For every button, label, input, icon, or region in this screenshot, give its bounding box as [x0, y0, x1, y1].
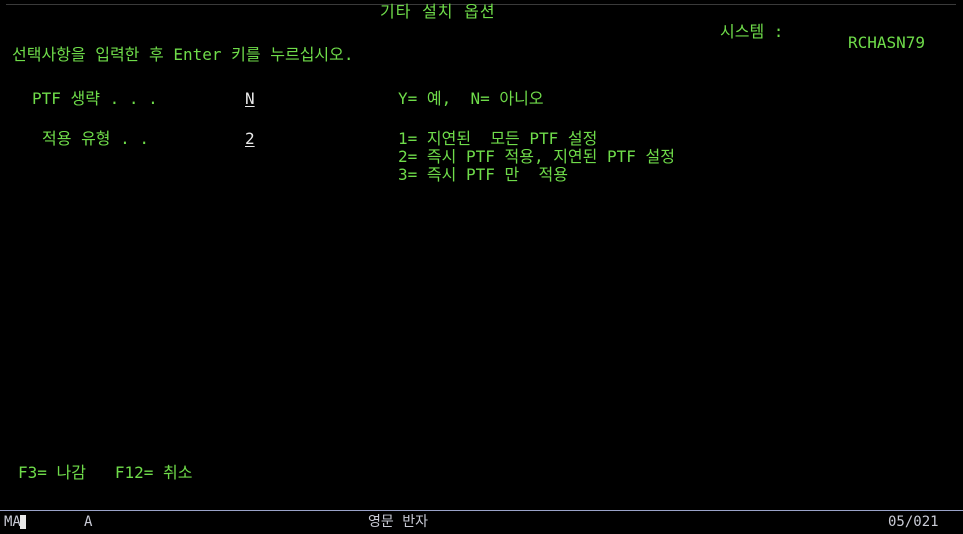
mode-indicator: A [84, 514, 93, 530]
ptf-omit-input[interactable]: N [245, 90, 255, 108]
keyboard-cursor-icon [20, 515, 26, 529]
system-label: 시스템 : [720, 22, 784, 41]
ptf-omit-label: PTF 생략 . . . [32, 89, 158, 108]
session-indicator: MA [4, 514, 21, 530]
apply-type-input[interactable]: 2 [245, 130, 255, 148]
apply-type-option-2: 2= 즉시 PTF 적용, 지연된 PTF 설정 [398, 147, 675, 166]
apply-type-option-1: 1= 지연된 모든 PTF 설정 [398, 129, 598, 148]
instruction-text: 선택사항을 입력한 후 Enter 키를 누르십시오. [12, 45, 354, 64]
ptf-omit-options: Y= 예, N= 아니오 [398, 89, 544, 108]
input-mode: 영문 반자 [368, 514, 428, 530]
function-keys: F3= 나감 F12= 취소 [18, 463, 193, 482]
terminal-screen: 기타 설치 옵션 시스템 : RCHASN79 선택사항을 입력한 후 Ente… [0, 0, 963, 534]
screen-title: 기타 설치 옵션 [380, 2, 496, 21]
apply-type-option-3: 3= 즉시 PTF 만 적용 [398, 165, 568, 184]
cursor-position: 05/021 [888, 514, 939, 530]
apply-type-label: 적용 유형 . . [42, 129, 150, 148]
status-bar: MA A 영문 반자 05/021 [0, 510, 963, 534]
system-value: RCHASN79 [848, 33, 926, 52]
